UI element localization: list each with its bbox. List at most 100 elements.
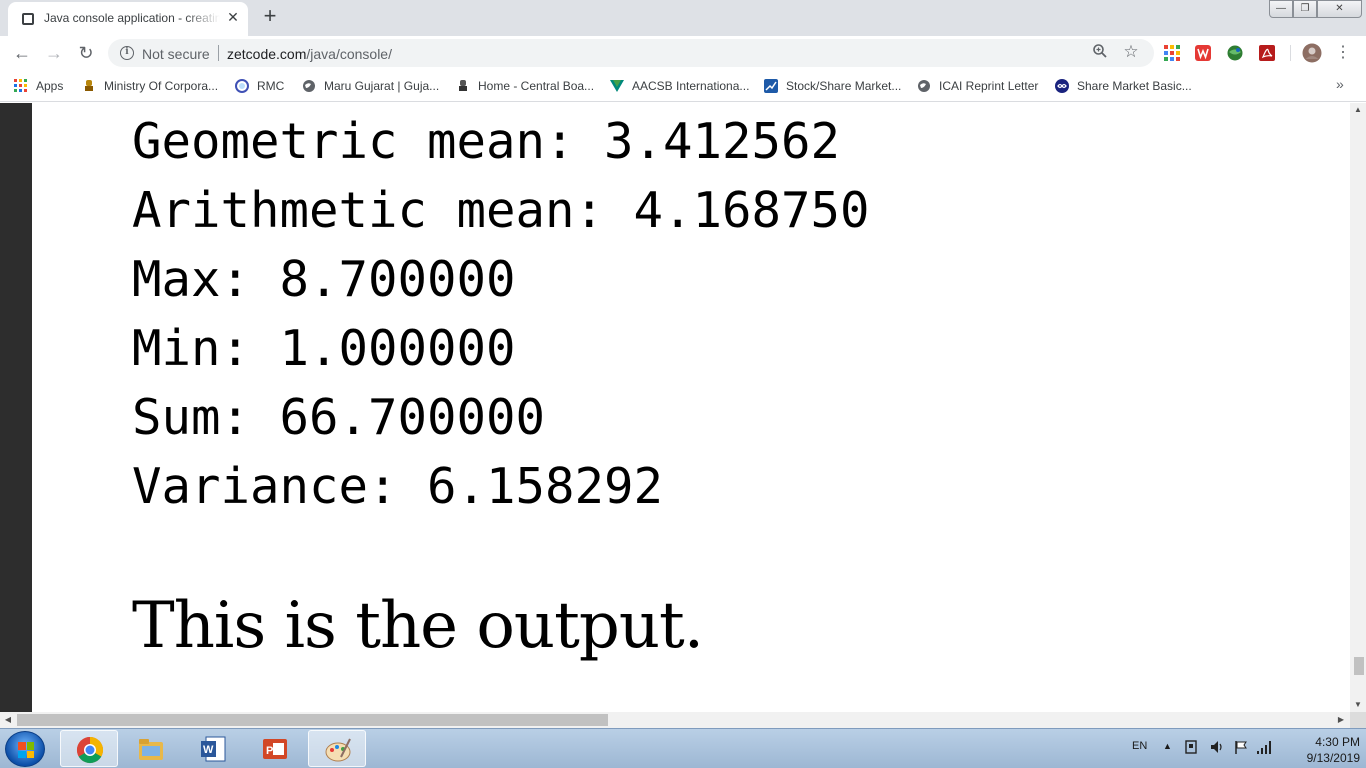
security-label[interactable]: Not secure (142, 46, 210, 62)
clock-time: 4:30 PM (1315, 735, 1360, 749)
maximize-button[interactable]: ❐ (1293, 0, 1317, 18)
bookmark-label: Apps (36, 79, 64, 93)
infinity-icon (1055, 79, 1069, 93)
chrome-menu-icon[interactable]: ⋮ (1334, 41, 1352, 65)
globe-extension-icon[interactable] (1226, 44, 1244, 62)
emblem-icon (456, 79, 470, 93)
wps-extension-icon[interactable] (1194, 44, 1212, 62)
show-hidden-icons-icon[interactable]: ▲ (1163, 741, 1172, 751)
bookmark-apps[interactable]: Apps (14, 76, 63, 96)
windows-logo-icon (18, 742, 34, 758)
console-line-geometric-mean: Geometric mean: 3.412562 (132, 113, 841, 170)
forward-button[interactable]: → (42, 41, 66, 65)
emblem-icon (82, 79, 96, 93)
bookmarks-bar: Apps Ministry Of Corpora... RMC Maru Guj… (0, 70, 1366, 102)
svg-text:W: W (203, 744, 214, 756)
reload-button[interactable]: ↻ (74, 41, 98, 65)
folder-icon (139, 739, 163, 760)
scrollbar-corner (1350, 712, 1366, 728)
omnibox-divider (218, 45, 219, 61)
vertical-scroll-thumb[interactable] (1354, 657, 1364, 675)
bookmark-share-market-basic[interactable]: Share Market Basic... (1055, 76, 1192, 96)
active-tab[interactable]: Java console application - creating ✕ (8, 2, 248, 36)
svg-text:P: P (266, 745, 273, 757)
taskbar-explorer[interactable] (122, 730, 180, 767)
bookmark-central-board[interactable]: Home - Central Boa... (456, 76, 594, 96)
console-line-sum: Sum: 66.700000 (132, 389, 546, 446)
console-line-min: Min: 1.000000 (132, 320, 516, 377)
horizontal-scrollbar[interactable]: ◀ ▶ (0, 712, 1350, 728)
signal-strength-icon[interactable] (1256, 739, 1274, 755)
scroll-left-icon[interactable]: ◀ (1, 712, 15, 728)
taskbar-word[interactable]: W (184, 730, 242, 767)
chart-icon (764, 79, 778, 93)
bookmark-star-icon[interactable]: ☆ (1121, 42, 1141, 62)
powerpoint-icon: P (263, 739, 287, 759)
bookmark-label: Maru Gujarat | Guja... (324, 79, 440, 93)
aacsb-icon (610, 79, 624, 93)
console-line-arithmetic-mean: Arithmetic mean: 4.168750 (132, 182, 870, 239)
bookmark-rmc[interactable]: RMC (235, 76, 284, 96)
url-path: /java/console/ (306, 46, 392, 62)
console-output: Geometric mean: 3.412562 Arithmetic mean… (132, 107, 870, 521)
scroll-up-icon[interactable]: ▲ (1350, 103, 1366, 117)
console-line-max: Max: 8.700000 (132, 251, 516, 308)
close-window-button[interactable]: ✕ (1317, 0, 1362, 18)
action-center-flag-icon[interactable] (1233, 739, 1249, 755)
pdf-extension-icon[interactable] (1258, 44, 1276, 62)
globe-icon (917, 79, 931, 93)
bookmark-ministry[interactable]: Ministry Of Corpora... (82, 76, 218, 96)
windows-taskbar: W P EN ▲ 4:30 PM 9/13/2019 (0, 728, 1366, 768)
url-domain: zetcode.com (227, 46, 307, 62)
tab-strip: Java console application - creating ✕ + … (0, 0, 1366, 36)
globe-icon (302, 79, 316, 93)
word-icon: W (201, 736, 226, 762)
back-button[interactable]: ← (10, 41, 34, 65)
bookmark-icai[interactable]: ICAI Reprint Letter (917, 76, 1038, 96)
bookmark-label: Share Market Basic... (1077, 79, 1192, 93)
bookmarks-overflow-icon[interactable]: » (1336, 76, 1344, 92)
info-icon[interactable]: i (120, 46, 134, 60)
bookmark-label: ICAI Reprint Letter (939, 79, 1039, 93)
new-tab-button[interactable]: + (258, 5, 282, 29)
tab-title: Java console application - creating (44, 11, 220, 25)
start-button[interactable] (5, 731, 45, 767)
minimize-button[interactable]: — (1269, 0, 1293, 18)
apps-grid-extension-icon[interactable] (1163, 44, 1181, 62)
horizontal-scroll-thumb[interactable] (17, 714, 608, 726)
zoom-icon[interactable] (1090, 43, 1110, 63)
bookmark-maru-gujarat[interactable]: Maru Gujarat | Guja... (302, 76, 439, 96)
output-description: This is the output. (132, 589, 704, 663)
bookmark-label: AACSB Internationa... (632, 79, 750, 93)
bookmark-label: Stock/Share Market... (786, 79, 902, 93)
left-sidebar (0, 103, 32, 712)
taskbar-powerpoint[interactable]: P (246, 730, 304, 767)
clock-date: 9/13/2019 (1306, 751, 1360, 765)
scroll-right-icon[interactable]: ▶ (1334, 712, 1348, 728)
chrome-icon (76, 736, 104, 764)
address-bar[interactable]: i Not secure zetcode.com/java/console/ ☆ (108, 39, 1154, 67)
console-line-variance: Variance: 6.158292 (132, 458, 664, 515)
toolbar-divider (1290, 45, 1291, 61)
vertical-scrollbar[interactable]: ▲ ▼ (1350, 103, 1366, 712)
language-indicator[interactable]: EN (1132, 740, 1147, 752)
rmc-circle-icon (235, 79, 249, 93)
system-clock[interactable]: 4:30 PM 9/13/2019 (1280, 734, 1360, 766)
bookmark-stock-market[interactable]: Stock/Share Market... (764, 76, 901, 96)
tab-close-icon[interactable]: ✕ (224, 8, 242, 26)
page-content: Geometric mean: 3.412562 Arithmetic mean… (0, 103, 1350, 712)
taskbar-chrome[interactable] (60, 730, 118, 767)
speaker-icon[interactable] (1209, 739, 1225, 755)
browser-toolbar: ← → ↻ i Not secure zetcode.com/java/cons… (0, 36, 1366, 70)
scroll-down-icon[interactable]: ▼ (1350, 698, 1366, 712)
bookmark-label: Ministry Of Corpora... (104, 79, 219, 93)
paint-palette-icon (325, 738, 351, 762)
screen: Java console application - creating ✕ + … (0, 0, 1366, 768)
network-device-icon[interactable] (1184, 739, 1198, 755)
taskbar-paint[interactable] (308, 730, 366, 767)
apps-grid-icon (14, 79, 28, 93)
url-text[interactable]: zetcode.com/java/console/ (227, 46, 392, 62)
page-favicon-icon (22, 13, 34, 25)
profile-avatar[interactable] (1302, 43, 1322, 63)
bookmark-aacsb[interactable]: AACSB Internationa... (610, 76, 749, 96)
